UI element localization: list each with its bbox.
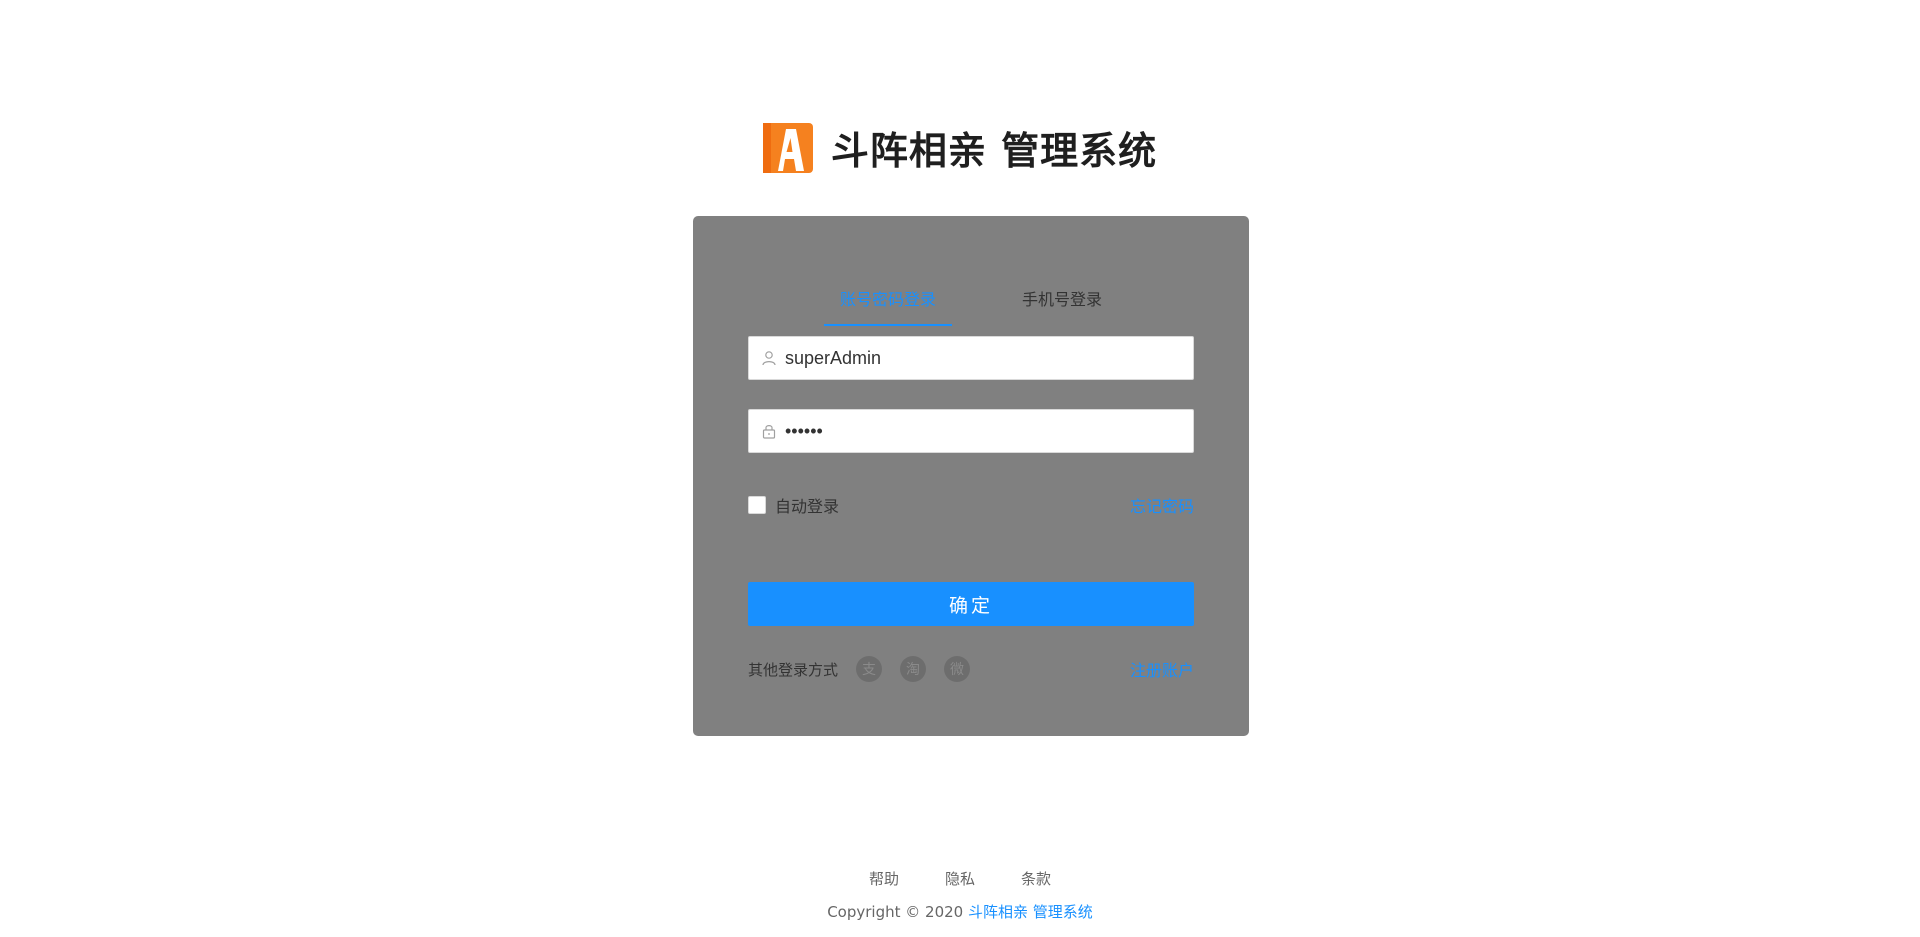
tab-account-password[interactable]: 账号密码登录	[823, 286, 953, 326]
forgot-password-link[interactable]: 忘记密码	[1130, 493, 1194, 517]
tab-phone[interactable]: 手机号登录	[1006, 286, 1118, 326]
brand-header: 斗阵相亲 管理系统	[0, 120, 1920, 175]
submit-button[interactable]: 确定	[748, 582, 1194, 626]
other-login-group: 其他登录方式 支 淘 微	[748, 656, 971, 682]
login-card: 账号密码登录 手机号登录 superAdmin •••••• 自动登录 忘记密码…	[693, 216, 1249, 736]
footer-link-terms[interactable]: 条款	[1021, 868, 1051, 889]
alipay-icon[interactable]: 支	[856, 656, 883, 682]
taobao-icon[interactable]: 淘	[900, 656, 927, 682]
letter-a-logo-icon	[762, 122, 813, 173]
username-input[interactable]	[785, 337, 1193, 379]
password-input[interactable]	[785, 410, 1193, 452]
password-field[interactable]	[748, 409, 1194, 453]
copyright-prefix: Copyright © 2020	[827, 903, 964, 921]
footer-link-privacy[interactable]: 隐私	[945, 868, 975, 889]
login-tabs: 账号密码登录 手机号登录	[693, 286, 1249, 326]
login-page: 斗阵相亲 管理系统 账号密码登录 手机号登录 superAdmin ••••••…	[0, 0, 1920, 937]
other-login-row: 其他登录方式 支 淘 微 注册账户	[748, 654, 1194, 684]
auto-login-label: 自动登录	[775, 497, 840, 516]
footer-link-help[interactable]: 帮助	[869, 868, 899, 889]
auto-login-checkbox[interactable]	[748, 496, 766, 514]
auto-login-option[interactable]: 自动登录	[748, 493, 839, 517]
other-login-label: 其他登录方式	[748, 660, 839, 679]
social-login-icons: 支 淘 微	[856, 656, 971, 682]
username-field[interactable]	[748, 336, 1194, 380]
copyright: Copyright © 2020 斗阵相亲 管理系统	[0, 901, 1920, 922]
app-title: 斗阵相亲 管理系统	[830, 129, 1158, 173]
user-icon	[761, 350, 777, 366]
weibo-icon[interactable]: 微	[944, 656, 971, 682]
register-link[interactable]: 注册账户	[1130, 657, 1194, 681]
footer-links: 帮助 隐私 条款	[0, 868, 1920, 889]
login-options: 自动登录 忘记密码	[748, 493, 1194, 517]
lock-icon	[761, 423, 777, 439]
copyright-name: 斗阵相亲 管理系统	[968, 903, 1093, 921]
